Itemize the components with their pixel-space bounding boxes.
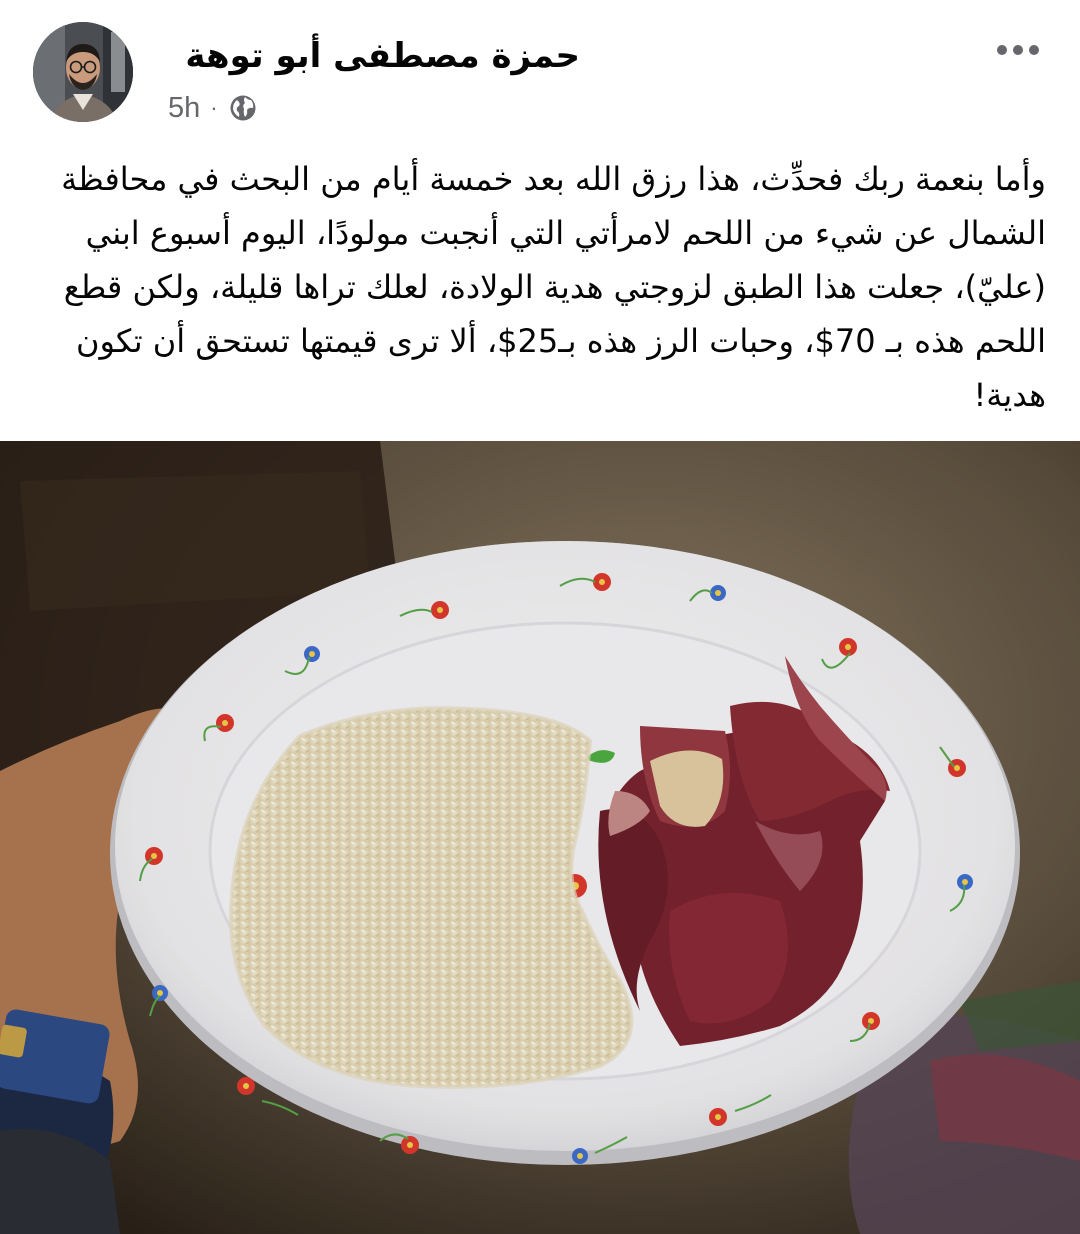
author-name[interactable]: حمزة مصطفى أبو توهة — [160, 30, 580, 82]
more-options-button[interactable] — [990, 30, 1046, 70]
post-meta: 5h · — [168, 88, 258, 128]
avatar-photo — [33, 22, 133, 122]
more-horizontal-icon — [997, 45, 1007, 55]
post-timestamp[interactable]: 5h — [168, 92, 200, 125]
rice-and-meat-plate-image — [0, 441, 1080, 1234]
author-avatar[interactable] — [33, 22, 133, 122]
facebook-post: حمزة مصطفى أبو توهة 5h · وأما بنعمة ربك … — [0, 0, 1080, 1234]
globe-icon[interactable] — [228, 93, 258, 123]
post-text: وأما بنعمة ربك فحدِّث، هذا رزق الله بعد … — [61, 160, 1046, 414]
meta-separator: · — [210, 95, 218, 120]
post-photo[interactable] — [0, 441, 1080, 1234]
